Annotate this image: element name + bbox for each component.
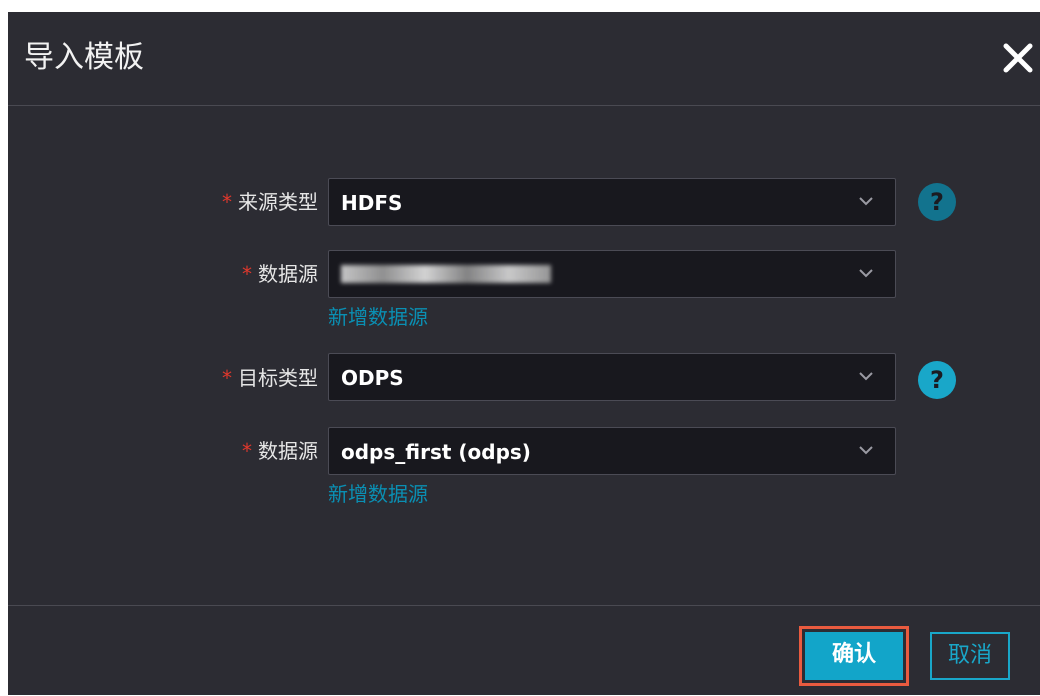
dialog-header: 导入模板 [8, 12, 1040, 106]
dialog-footer: 确认 取消 [8, 605, 1040, 696]
target-datasource-select[interactable]: odps_first (odps) [328, 427, 896, 475]
source-type-value: HDFS [341, 191, 403, 215]
target-datasource-label: * 数据源 [242, 438, 318, 464]
confirm-button[interactable]: 确认 [799, 626, 909, 686]
source-datasource-label-text: 数据源 [258, 262, 318, 286]
dialog-title: 导入模板 [24, 40, 144, 75]
required-mark: * [242, 439, 252, 463]
source-type-help-icon[interactable]: ? [918, 183, 956, 221]
target-type-label-text: 目标类型 [238, 366, 318, 390]
add-target-datasource-link[interactable]: 新增数据源 [328, 481, 428, 507]
chevron-down-icon [859, 446, 873, 455]
close-button[interactable] [996, 36, 1040, 80]
cancel-button[interactable]: 取消 [930, 632, 1010, 680]
source-type-select[interactable]: HDFS [328, 178, 896, 226]
target-datasource-value: odps_first (odps) [341, 440, 531, 464]
required-mark: * [222, 190, 232, 214]
target-type-label: * 目标类型 [222, 365, 318, 391]
source-datasource-label: * 数据源 [242, 261, 318, 287]
required-mark: * [222, 366, 232, 390]
source-type-label-text: 来源类型 [238, 190, 318, 214]
source-type-label: * 来源类型 [222, 189, 318, 215]
add-source-datasource-link[interactable]: 新增数据源 [328, 304, 428, 330]
source-datasource-select[interactable] [328, 250, 896, 298]
required-mark: * [242, 262, 252, 286]
target-datasource-label-text: 数据源 [258, 439, 318, 463]
chevron-down-icon [859, 269, 873, 278]
obscured-value [341, 265, 551, 283]
close-icon [1003, 43, 1033, 73]
chevron-down-icon [859, 372, 873, 381]
import-template-dialog: 导入模板 * 来源类型 HDFS ? * 数据源 新增数据源 * 目标类型 ODPS [8, 12, 1040, 695]
target-type-value: ODPS [341, 366, 404, 390]
chevron-down-icon [859, 197, 873, 206]
target-type-select[interactable]: ODPS [328, 353, 896, 401]
target-type-help-icon[interactable]: ? [918, 361, 956, 399]
